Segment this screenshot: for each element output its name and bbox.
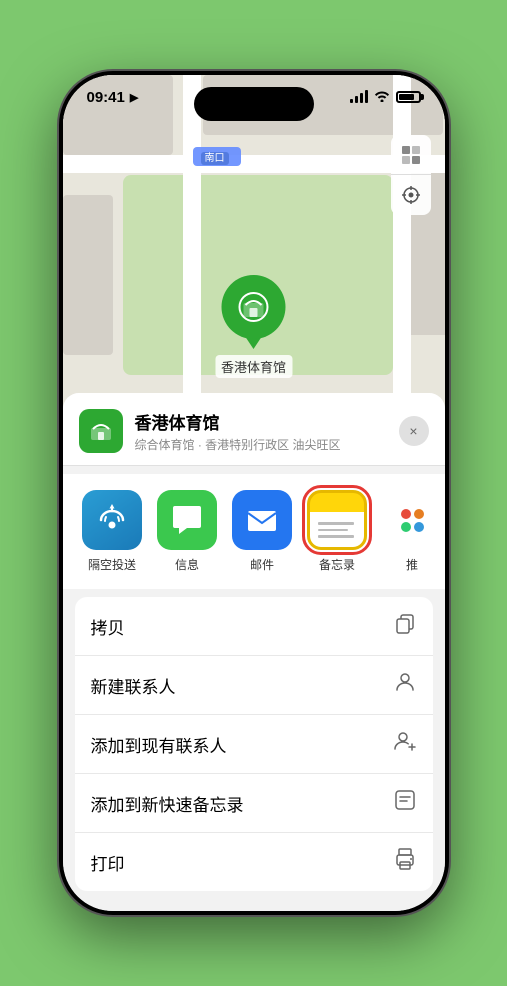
location-name: 香港体育馆 — [135, 409, 399, 434]
messages-icon — [157, 490, 217, 550]
bottom-sheet: 香港体育馆 综合体育馆 · 香港特别行政区 油尖旺区 × — [63, 393, 445, 911]
battery-icon — [396, 91, 421, 103]
person-icon — [393, 670, 417, 700]
print-label: 打印 — [91, 850, 125, 875]
map-controls — [391, 135, 431, 215]
share-app-more[interactable]: 推 — [375, 490, 445, 573]
close-button[interactable]: × — [399, 416, 429, 446]
airdrop-icon — [82, 490, 142, 550]
note-icon — [393, 788, 417, 818]
time-label: 09:41 — [87, 89, 125, 106]
action-new-contact[interactable]: 新建联系人 — [75, 656, 433, 715]
action-print[interactable]: 打印 — [75, 833, 433, 891]
map-type-button[interactable] — [391, 135, 431, 175]
share-app-notes[interactable]: 备忘录 — [300, 490, 375, 573]
messages-label: 信息 — [175, 556, 199, 573]
location-header: 香港体育馆 综合体育馆 · 香港特别行政区 油尖旺区 × — [63, 393, 445, 466]
signal-icon — [350, 91, 368, 103]
phone-screen: 09:41 ▶ — [63, 75, 445, 911]
print-icon — [393, 847, 417, 877]
share-app-airdrop[interactable]: 隔空投送 — [75, 490, 150, 573]
mail-icon — [232, 490, 292, 550]
location-info: 香港体育馆 综合体育馆 · 香港特别行政区 油尖旺区 — [135, 409, 399, 453]
phone-frame: 09:41 ▶ — [59, 71, 449, 915]
pin-circle — [221, 275, 285, 339]
action-add-contact[interactable]: 添加到现有联系人 — [75, 715, 433, 774]
action-copy[interactable]: 拷贝 — [75, 597, 433, 656]
airdrop-label: 隔空投送 — [88, 556, 136, 573]
notes-label: 备忘录 — [319, 556, 355, 573]
location-pin: 香港体育馆 — [215, 275, 292, 378]
new-contact-label: 新建联系人 — [91, 673, 176, 698]
wifi-icon — [374, 89, 390, 105]
copy-label: 拷贝 — [91, 614, 125, 639]
road-label: 南口 — [193, 147, 241, 166]
action-list: 拷贝 新建联系人 — [75, 597, 433, 891]
notes-icon — [307, 490, 367, 550]
location-button[interactable] — [391, 175, 431, 215]
quick-note-label: 添加到新快速备忘录 — [91, 791, 244, 816]
action-quick-note[interactable]: 添加到新快速备忘录 — [75, 774, 433, 833]
location-desc: 综合体育馆 · 香港特别行政区 油尖旺区 — [135, 436, 399, 453]
add-contact-label: 添加到现有联系人 — [91, 732, 227, 757]
pin-label: 香港体育馆 — [215, 355, 292, 378]
mail-label: 邮件 — [250, 556, 274, 573]
location-arrow-icon: ▶ — [130, 91, 138, 104]
copy-icon — [393, 611, 417, 641]
share-apps-row: 隔空投送 信息 — [63, 474, 445, 589]
location-venue-icon — [79, 409, 123, 453]
share-app-mail[interactable]: 邮件 — [225, 490, 300, 573]
status-icons — [350, 89, 421, 105]
more-label: 推 — [406, 556, 418, 573]
share-app-messages[interactable]: 信息 — [150, 490, 225, 573]
person-add-icon — [393, 729, 417, 759]
status-time: 09:41 ▶ — [87, 89, 139, 106]
dynamic-island — [194, 87, 314, 121]
